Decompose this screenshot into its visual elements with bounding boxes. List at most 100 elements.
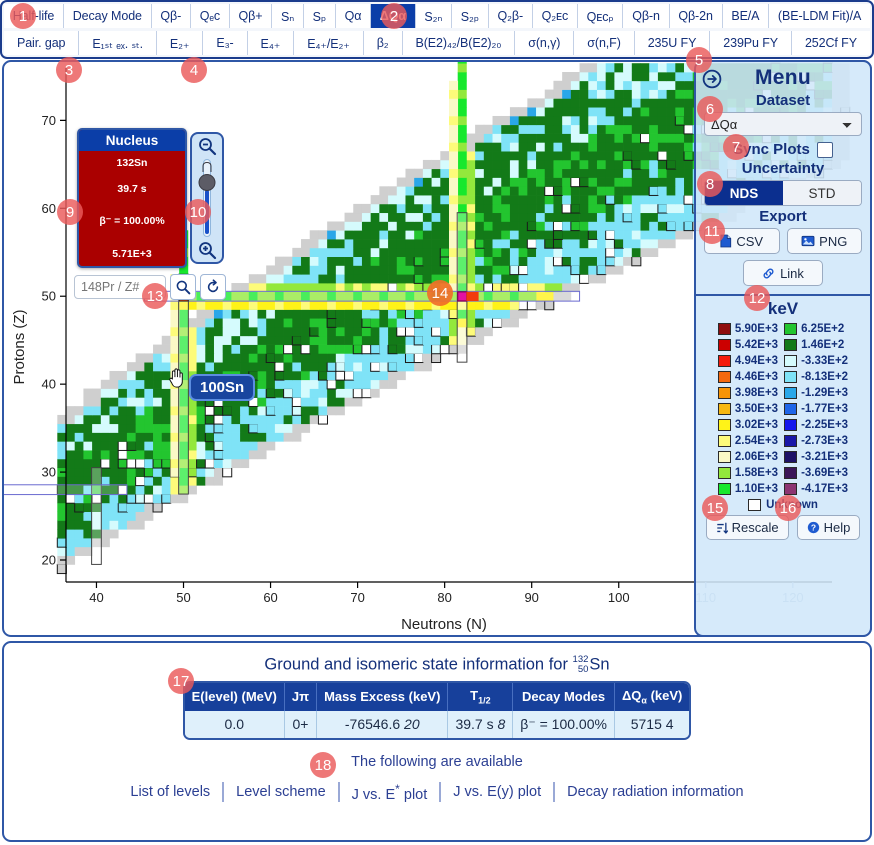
nuclide-cell[interactable] [431,203,441,214]
nuclide-cell[interactable] [240,441,250,451]
nuclide-cell[interactable] [536,124,546,134]
nuclide-cell[interactable] [109,370,119,381]
nuclide-cell[interactable] [301,423,311,433]
nuclide-cell[interactable] [518,282,529,293]
nuclide-cell[interactable] [352,344,363,355]
nuclide-cell[interactable] [509,124,519,134]
nuclide-cell[interactable] [579,80,589,90]
nuclide-cell[interactable] [318,406,328,416]
nuclide-cell[interactable] [527,265,537,275]
nuclide-cell[interactable] [361,203,371,214]
nuclide-cell[interactable] [170,300,180,310]
nuclide-cell[interactable] [344,283,354,293]
nuclide-cell[interactable] [74,441,84,451]
nuclide-cell[interactable] [205,335,215,345]
nuclide-cell[interactable] [422,212,432,222]
nuclide-cell[interactable] [640,63,650,73]
nuclide-cell[interactable] [326,361,337,372]
dataset-tab-14[interactable]: Qβ-n [623,4,670,28]
nuclide-cell[interactable] [527,230,537,240]
nuclide-cell[interactable] [396,247,406,257]
nuclide-cell[interactable] [118,476,128,486]
nuclide-cell[interactable] [492,282,503,293]
nuclide-cell[interactable] [353,327,363,337]
nuclide-cell[interactable] [66,529,76,539]
nuclide-cell[interactable] [205,476,215,486]
nuclide-cell[interactable] [153,362,163,372]
nuclide-cell[interactable] [170,353,180,363]
nuclide-cell[interactable] [240,406,250,416]
nuclide-cell[interactable] [213,432,224,442]
nuclide-cell[interactable] [153,344,163,354]
nuclide-cell[interactable] [483,142,493,152]
nuclide-cell[interactable] [153,388,163,398]
nuclide-cell[interactable] [118,432,128,442]
nuclide-cell[interactable] [379,195,389,205]
nuclide-cell[interactable] [588,177,598,187]
nuclide-cell[interactable] [466,177,476,187]
nuclide-cell[interactable] [309,397,319,407]
nuclide-cell[interactable] [318,265,328,275]
nuclide-cell[interactable] [570,247,580,257]
nuclide-cell[interactable] [666,220,677,232]
nuclide-cell[interactable] [153,370,163,381]
nuclide-cell[interactable] [675,80,685,90]
nuclide-cell[interactable] [475,203,485,214]
nuclide-cell[interactable] [527,98,537,108]
nuclide-cell[interactable] [170,327,180,337]
nuclide-cell[interactable] [666,124,676,134]
nuclide-cell[interactable] [100,379,110,389]
nuclide-cell[interactable] [483,318,493,328]
nuclide-cell[interactable] [596,256,607,266]
nuclide-cell[interactable] [509,274,519,284]
nuclide-cell[interactable] [614,63,624,73]
nuclide-cell[interactable] [623,63,633,73]
nuclide-cell[interactable] [440,327,450,337]
nuclide-cell[interactable] [527,159,537,170]
nuclide-cell[interactable] [631,142,641,152]
nuclide-cell[interactable] [509,239,519,249]
nuclide-cell[interactable] [100,406,110,416]
nuclide-cell[interactable] [83,520,93,530]
nuclide-cell[interactable] [596,168,607,178]
nuclide-cell[interactable] [527,133,537,143]
dataset-tab-16[interactable]: BE/A [722,4,770,28]
nuclide-cell[interactable] [422,168,432,178]
nuclide-cell[interactable] [274,274,284,284]
nuclide-cell[interactable] [283,335,293,345]
nuclide-cell[interactable] [370,274,380,284]
nuclide-cell[interactable] [292,370,302,381]
nuclide-cell[interactable] [492,300,502,310]
nuclide-cell[interactable] [501,159,511,170]
nuclide-cell[interactable] [518,107,528,117]
nuclide-cell[interactable] [431,230,441,240]
nuclide-cell[interactable] [327,344,337,354]
nuclide-cell[interactable] [257,441,267,451]
nuclide-cell[interactable] [536,186,546,196]
nuclide-cell[interactable] [196,353,206,363]
nuclide-cell[interactable] [344,353,354,363]
nuclide-cell[interactable] [449,221,459,231]
nuclide-cell[interactable] [231,406,241,416]
nuclide-cell[interactable] [588,72,598,82]
nuclide-cell[interactable] [439,247,450,258]
nuclide-cell[interactable] [640,115,650,126]
nuclide-cell[interactable] [100,467,110,477]
nuclide-cell[interactable] [274,388,284,398]
nuclide-cell[interactable] [318,353,328,363]
property-tab-1[interactable]: E₁ₛₜ ₑₓ. ₛₜ. [79,31,157,55]
nuclide-cell[interactable] [649,159,659,170]
nuclide-cell[interactable] [222,432,232,442]
nuclide-cell[interactable] [161,397,171,407]
nuclide-cell[interactable] [170,432,180,442]
nuclide-cell[interactable] [327,230,337,240]
nuclide-cell[interactable] [66,555,76,565]
nuclide-cell[interactable] [100,423,110,433]
nuclide-cell[interactable] [257,309,267,319]
nuclide-cell[interactable] [579,247,589,257]
nuclide-cell[interactable] [483,230,493,240]
nuclide-cell[interactable] [135,397,145,407]
nuclide-cell[interactable] [527,195,537,205]
nuclide-cell[interactable] [370,265,380,275]
resource-link[interactable]: J vs. E* plot [340,782,440,803]
